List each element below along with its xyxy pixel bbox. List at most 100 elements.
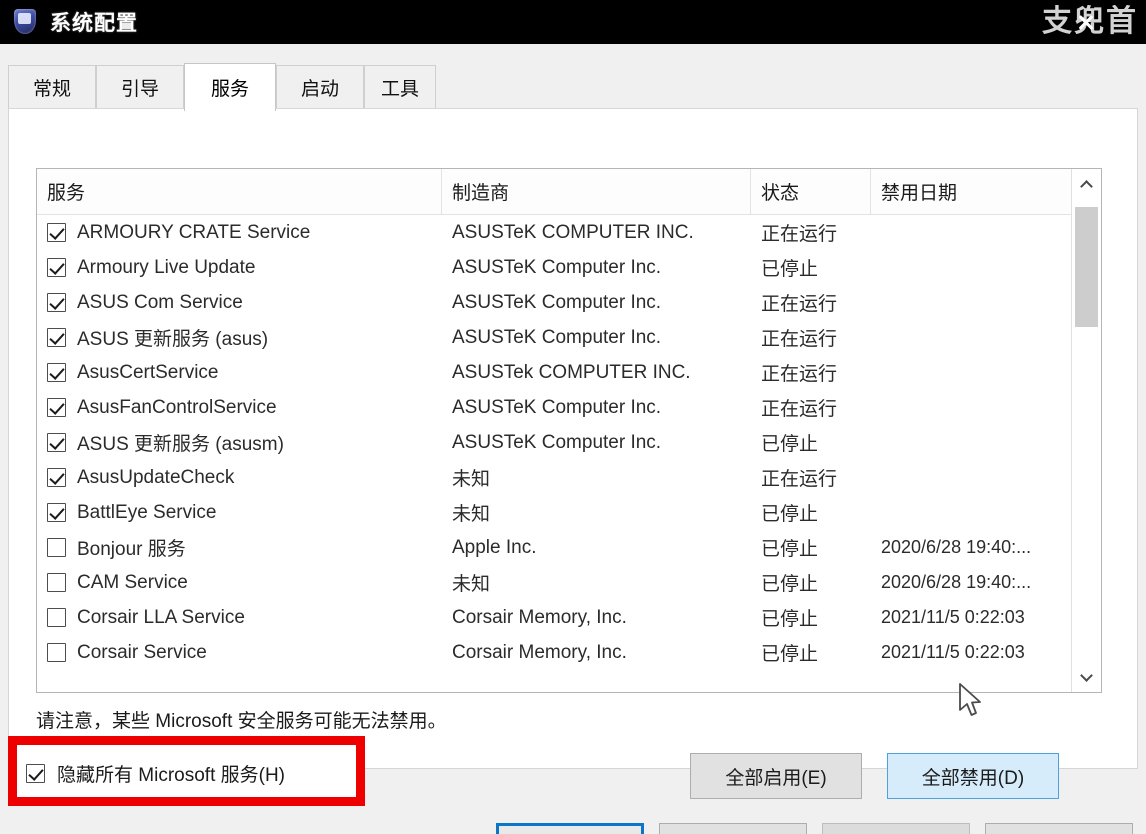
disable-date-cell: 2021/11/5 0:22:03 bbox=[881, 642, 1025, 662]
tab-general[interactable]: 常规 bbox=[8, 65, 96, 109]
checkbox-icon[interactable] bbox=[47, 468, 66, 487]
status-cell: 已停止 bbox=[761, 609, 819, 630]
service-name-cell: Bonjour 服务 bbox=[37, 534, 442, 561]
checkbox-icon[interactable] bbox=[26, 764, 45, 783]
close-icon[interactable] bbox=[1076, 12, 1096, 32]
chevron-down-icon[interactable] bbox=[1072, 662, 1101, 692]
column-header-status[interactable]: 状态 bbox=[751, 169, 871, 214]
table-row[interactable]: AsusCertService ASUSTek COMPUTER INC. 正在运行 bbox=[37, 355, 1101, 390]
table-row[interactable]: ASUS 更新服务 (asus) ASUSTeK Computer Inc. 正在运… bbox=[37, 320, 1101, 355]
system-config-shield-icon bbox=[12, 8, 38, 36]
status-cell: 正在运行 bbox=[761, 224, 838, 245]
table-row[interactable]: Corsair Service Corsair Memory, Inc. 已停止 20… bbox=[37, 635, 1101, 670]
checkbox-icon[interactable] bbox=[47, 538, 66, 557]
ok-button[interactable]: 确定 bbox=[496, 823, 644, 834]
manufacturer-cell: ASUSTeK Computer Inc. bbox=[452, 256, 662, 278]
checkbox-icon[interactable] bbox=[47, 223, 66, 242]
service-name-label: Corsair LLA Service bbox=[77, 606, 245, 628]
apply-button: 应用(A) bbox=[822, 823, 970, 834]
manufacturer-cell: ASUSTeK Computer Inc. bbox=[452, 431, 662, 453]
services-list[interactable]: 服务 制造商 状态 禁用日期 ARMOURY CRATE Service ASUS… bbox=[36, 168, 1102, 693]
scrollbar-track[interactable] bbox=[1072, 199, 1101, 662]
manufacturer-cell: Apple Inc. bbox=[452, 536, 537, 558]
status-cell: 正在运行 bbox=[761, 294, 838, 315]
tab-tools[interactable]: 工具 bbox=[364, 65, 436, 109]
column-header-disable-date[interactable]: 禁用日期 bbox=[871, 169, 1082, 214]
window-title: 系统配置 bbox=[50, 12, 138, 35]
help-button[interactable]: 帮助 bbox=[985, 823, 1133, 834]
manufacturer-cell: Corsair Memory, Inc. bbox=[452, 641, 627, 663]
manufacturer-cell: ASUSTeK Computer Inc. bbox=[452, 396, 662, 418]
status-cell: 正在运行 bbox=[761, 399, 838, 420]
service-name-label: ARMOURY CRATE Service bbox=[77, 221, 311, 243]
status-cell: 已停止 bbox=[761, 434, 819, 455]
manufacturer-cell: 未知 bbox=[452, 469, 491, 490]
table-row[interactable]: ASUS Com Service ASUSTeK Computer Inc. 正在运… bbox=[37, 285, 1101, 320]
services-list-rows: ARMOURY CRATE Service ASUSTeK COMPUTER IN… bbox=[37, 215, 1101, 670]
service-name-label: AsusUpdateCheck bbox=[77, 466, 235, 488]
service-name-label: Bonjour 服务 bbox=[77, 539, 186, 560]
hide-microsoft-services-label: 隐藏所有 Microsoft 服务(H) bbox=[57, 765, 286, 786]
services-tab-page: 服务 制造商 状态 禁用日期 ARMOURY CRATE Service ASUS… bbox=[8, 109, 1138, 799]
checkbox-icon[interactable] bbox=[47, 643, 66, 662]
service-name-cell: ASUS 更新服务 (asus) bbox=[37, 324, 442, 351]
dialog-body: 常规 引导 服务 启动 工具 服务 制造商 状态 禁用日期 ARMOURY CR… bbox=[0, 44, 1146, 834]
checkbox-icon[interactable] bbox=[47, 293, 66, 312]
service-name-label: CAM Service bbox=[77, 571, 188, 593]
manufacturer-cell: ASUSTeK COMPUTER INC. bbox=[452, 221, 694, 243]
system-configuration-dialog: 系统配置 支兜首 常规 引导 服务 启动 工具 服务 制造商 状态 禁用日期 A… bbox=[0, 0, 1146, 834]
checkbox-icon[interactable] bbox=[47, 503, 66, 522]
table-row[interactable]: ARMOURY CRATE Service ASUSTeK COMPUTER IN… bbox=[37, 215, 1101, 250]
manufacturer-cell: ASUSTeK Computer Inc. bbox=[452, 326, 662, 348]
tab-startup[interactable]: 启动 bbox=[276, 65, 364, 109]
table-row[interactable]: BattlEye Service 未知 已停止 bbox=[37, 495, 1101, 530]
checkbox-icon[interactable] bbox=[47, 328, 66, 347]
service-name-label: Corsair Service bbox=[77, 641, 207, 663]
title-bar: 系统配置 支兜首 bbox=[0, 0, 1146, 44]
service-name-cell: ASUS Com Service bbox=[37, 292, 442, 314]
checkbox-icon[interactable] bbox=[47, 398, 66, 417]
column-header-manufacturer[interactable]: 制造商 bbox=[442, 169, 751, 214]
service-name-cell: Armoury Live Update bbox=[37, 257, 442, 279]
status-cell: 已停止 bbox=[761, 504, 819, 525]
security-note: 请注意，某些 Microsoft 安全服务可能无法禁用。 bbox=[36, 711, 447, 732]
tab-services[interactable]: 服务 bbox=[184, 63, 276, 111]
table-row[interactable]: ASUS 更新服务 (asusm) ASUSTeK Computer Inc. 已停… bbox=[37, 425, 1101, 460]
services-list-scrollbar[interactable] bbox=[1071, 169, 1101, 692]
table-row[interactable]: Armoury Live Update ASUSTeK Computer Inc.… bbox=[37, 250, 1101, 285]
table-row[interactable]: AsusFanControlService ASUSTeK Computer In… bbox=[37, 390, 1101, 425]
table-row[interactable]: CAM Service 未知 已停止 2020/6/28 19:40:... bbox=[37, 565, 1101, 600]
column-header-service[interactable]: 服务 bbox=[37, 169, 442, 214]
checkbox-icon[interactable] bbox=[47, 433, 66, 452]
table-row[interactable]: AsusUpdateCheck 未知 正在运行 bbox=[37, 460, 1101, 495]
checkbox-icon[interactable] bbox=[47, 258, 66, 277]
table-row[interactable]: Corsair LLA Service Corsair Memory, Inc. 已… bbox=[37, 600, 1101, 635]
manufacturer-cell: 未知 bbox=[452, 574, 491, 595]
disable-date-cell: 2020/6/28 19:40:... bbox=[881, 572, 1032, 592]
services-list-header: 服务 制造商 状态 禁用日期 bbox=[37, 169, 1101, 215]
service-name-cell: AsusFanControlService bbox=[37, 397, 442, 419]
enable-all-button[interactable]: 全部启用(E) bbox=[690, 753, 862, 799]
disable-all-button[interactable]: 全部禁用(D) bbox=[887, 753, 1059, 799]
checkbox-icon[interactable] bbox=[47, 573, 66, 592]
service-name-label: AsusCertService bbox=[77, 361, 219, 383]
scrollbar-thumb[interactable] bbox=[1075, 207, 1098, 327]
chevron-up-icon[interactable] bbox=[1072, 169, 1101, 199]
checkbox-icon[interactable] bbox=[47, 363, 66, 382]
disable-date-cell: 2021/11/5 0:22:03 bbox=[881, 607, 1025, 627]
tab-boot[interactable]: 引导 bbox=[96, 65, 184, 109]
service-name-cell: AsusUpdateCheck bbox=[37, 467, 442, 489]
hide-microsoft-services-checkbox[interactable]: 隐藏所有 Microsoft 服务(H) bbox=[26, 760, 285, 787]
status-cell: 已停止 bbox=[761, 539, 819, 560]
service-name-cell: BattlEye Service bbox=[37, 502, 442, 524]
service-name-cell: Corsair LLA Service bbox=[37, 607, 442, 629]
disable-date-cell: 2020/6/28 19:40:... bbox=[881, 537, 1032, 557]
status-cell: 已停止 bbox=[761, 259, 819, 280]
manufacturer-cell: 未知 bbox=[452, 504, 491, 525]
cancel-button[interactable]: 取消 bbox=[659, 823, 807, 834]
service-name-label: AsusFanControlService bbox=[77, 396, 277, 418]
service-name-label: ASUS 更新服务 (asusm) bbox=[77, 434, 284, 455]
service-name-cell: ASUS 更新服务 (asusm) bbox=[37, 429, 442, 456]
table-row[interactable]: Bonjour 服务 Apple Inc. 已停止 2020/6/28 19:40:.… bbox=[37, 530, 1101, 565]
checkbox-icon[interactable] bbox=[47, 608, 66, 627]
